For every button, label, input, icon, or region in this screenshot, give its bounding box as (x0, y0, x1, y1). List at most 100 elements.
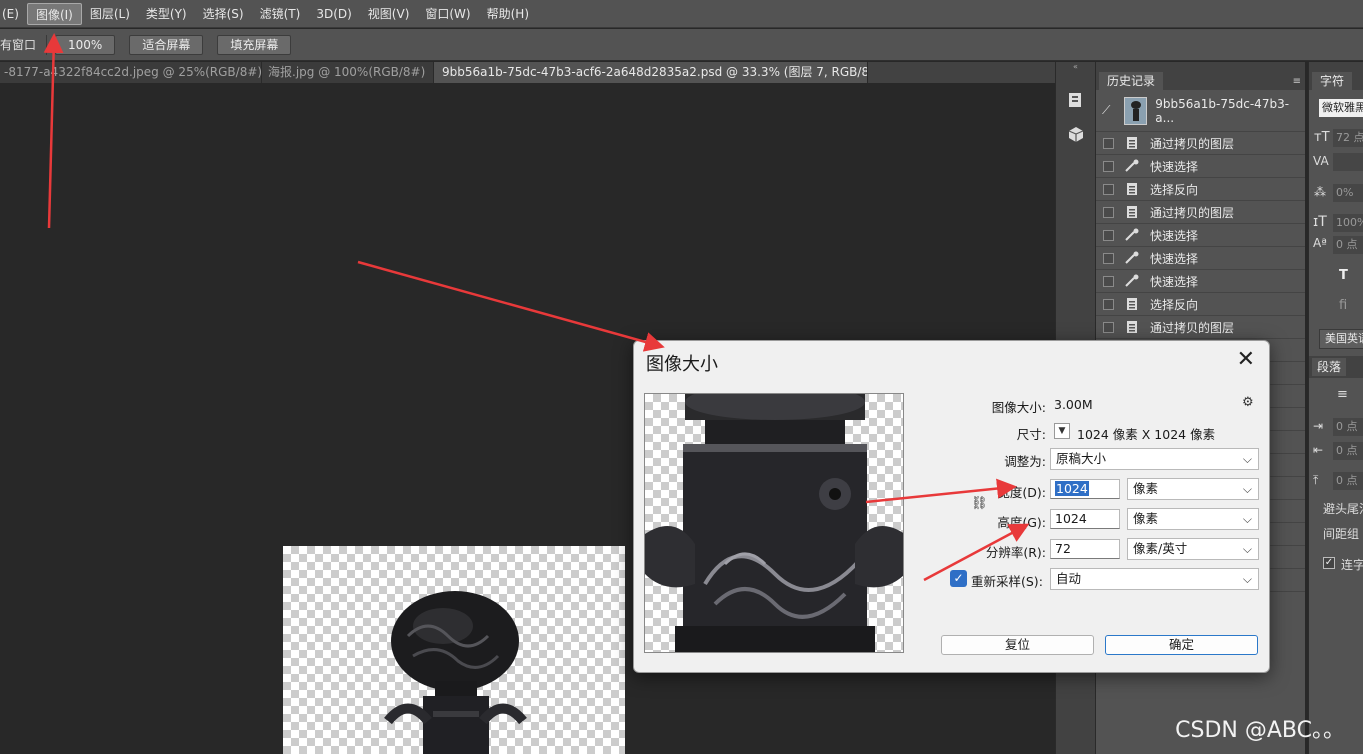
font-size-field[interactable]: 72 点 (1333, 129, 1363, 147)
mojikumi-label: 间距组 (1323, 527, 1360, 541)
resample-label: 重新采样(S): (971, 574, 1043, 589)
history-snapshot[interactable]: ⟋ 9bb56a1b-75dc-47b3-a... (1096, 90, 1305, 132)
snapshot-source-checkbox[interactable] (1103, 137, 1114, 149)
document-tab-psd[interactable]: 9bb56a1b-75dc-47b3-acf6-2a648d2835a2.psd… (434, 62, 868, 83)
history-item[interactable]: 快速选择 (1096, 247, 1305, 270)
document-tab-poster[interactable]: 海报.jpg @ 100%(RGB/8#) × (262, 62, 434, 83)
snapshot-source-checkbox[interactable] (1103, 206, 1114, 218)
resolution-unit-select[interactable]: 像素/英寸 ⌵ (1127, 538, 1259, 560)
brush-source-icon[interactable]: ⟋ (1102, 103, 1118, 118)
history-panel-header: 历史记录 ≡ (1096, 62, 1305, 90)
faux-bold-icon[interactable]: T (1339, 268, 1348, 283)
snapshot-source-checkbox[interactable] (1103, 160, 1114, 172)
indent-first-field[interactable]: 0 点 (1333, 442, 1363, 460)
space-before-icon: ⤒ (1313, 473, 1319, 487)
resample-select[interactable]: 自动 ⌵ (1050, 568, 1259, 590)
snapshot-source-checkbox[interactable] (1103, 252, 1114, 264)
tab-character[interactable]: 字符 (1312, 72, 1353, 90)
kerning-icon: VA (1313, 154, 1329, 168)
history-panel-icon[interactable] (1062, 86, 1090, 114)
document-tab-jpeg[interactable]: -8177-a4322f84cc2d.jpeg @ 25%(RGB/8#) × (0, 62, 262, 83)
close-icon[interactable]: ✕ (1237, 347, 1255, 372)
width-input[interactable]: 1024 (1050, 479, 1120, 499)
height-input[interactable]: 1024 (1050, 509, 1120, 529)
snapshot-source-checkbox[interactable] (1103, 275, 1114, 287)
history-item-label: 快速选择 (1150, 159, 1199, 174)
indent-left-field[interactable]: 0 点 (1333, 418, 1363, 436)
all-windows-label[interactable]: 有窗口 (0, 36, 42, 53)
tab-title: 9bb56a1b-75dc-47b3-acf6-2a648d2835a2.psd… (442, 65, 868, 79)
space-before-field[interactable]: 0 点 (1333, 472, 1363, 490)
menu-type[interactable]: 类型(Y) (138, 3, 195, 25)
history-item[interactable]: 通过拷贝的图层 (1096, 201, 1305, 224)
document-image[interactable] (283, 546, 625, 754)
indent-first-icon: ⇤ (1313, 443, 1324, 457)
snapshot-thumbnail (1123, 96, 1148, 125)
dimensions-label: 尺寸: (1016, 427, 1046, 442)
language-select[interactable]: 美国英语 (1319, 329, 1363, 349)
height-label: 高度(G): (997, 515, 1046, 530)
reset-button[interactable]: 复位 (941, 635, 1094, 655)
watermark: CSDN @ABC。。 (1175, 718, 1345, 743)
dimensions-unit-dropdown[interactable]: ▼ (1054, 423, 1070, 439)
tracking-field[interactable]: 0% (1333, 184, 1363, 202)
history-item[interactable]: 快速选择 (1096, 155, 1305, 178)
history-item-label: 通过拷贝的图层 (1150, 136, 1235, 151)
kinsoku-label: 避头尾法 (1323, 502, 1363, 516)
history-item[interactable]: 通过拷贝的图层 (1096, 316, 1305, 339)
history-item-label: 选择反向 (1150, 182, 1199, 197)
brush-icon (1124, 159, 1140, 173)
ligature-icon[interactable]: fi (1339, 298, 1347, 313)
menu-layer[interactable]: 图层(L) (82, 3, 138, 25)
chevron-down-icon: ⌵ (1242, 512, 1252, 526)
tab-title: 海报.jpg @ 100%(RGB/8#) (268, 65, 426, 79)
height-unit-select[interactable]: 像素 ⌵ (1127, 508, 1259, 530)
zoom-100-button[interactable]: 100% (55, 34, 116, 55)
image-preview[interactable] (644, 393, 904, 653)
ok-button[interactable]: 确定 (1105, 635, 1258, 655)
brush-icon (1124, 251, 1140, 265)
menu-3d[interactable]: 3D(D) (308, 3, 359, 25)
history-item[interactable]: 通过拷贝的图层 (1096, 132, 1305, 155)
fit-to-label: 调整为: (1004, 454, 1046, 469)
fill-screen-button[interactable]: 填充屏幕 (217, 34, 292, 55)
resample-checkbox[interactable]: ✓ (950, 570, 967, 587)
menu-filter[interactable]: 滤镜(T) (252, 3, 309, 25)
baseline-icon: Aª (1313, 236, 1327, 250)
menu-select[interactable]: 选择(S) (195, 3, 252, 25)
document-icon (1124, 182, 1140, 196)
paragraph-panel-header: 段落 (1309, 356, 1363, 378)
menu-window[interactable]: 窗口(W) (417, 3, 478, 25)
history-item[interactable]: 选择反向 (1096, 293, 1305, 316)
snapshot-source-checkbox[interactable] (1103, 183, 1114, 195)
baseline-field[interactable]: 0 点 (1333, 236, 1363, 254)
snapshot-source-checkbox[interactable] (1103, 229, 1114, 241)
menu-help[interactable]: 帮助(H) (479, 3, 537, 25)
history-item[interactable]: 快速选择 (1096, 270, 1305, 293)
align-left-icon[interactable]: ≡ (1337, 387, 1348, 402)
fit-screen-button[interactable]: 适合屏幕 (129, 34, 204, 55)
collapse-icon[interactable]: « (1056, 62, 1095, 72)
tab-paragraph[interactable]: 段落 (1312, 358, 1347, 376)
fit-to-select[interactable]: 原稿大小 ⌵ (1050, 448, 1259, 470)
hyphenate-checkbox[interactable]: ✓ (1323, 557, 1335, 569)
history-item[interactable]: 快速选择 (1096, 224, 1305, 247)
tab-history[interactable]: 历史记录 (1099, 72, 1164, 90)
options-bar: 有窗口 100% 适合屏幕 填充屏幕 (0, 29, 1363, 61)
3d-cube-icon[interactable] (1062, 120, 1090, 148)
font-family-field[interactable]: 微软雅黑 (1319, 99, 1363, 117)
menu-image[interactable]: 图像(I) (26, 2, 82, 25)
snapshot-source-checkbox[interactable] (1103, 321, 1114, 333)
resolution-value: 72 (1055, 541, 1071, 556)
document-icon (1124, 205, 1140, 219)
resolution-input[interactable]: 72 (1050, 539, 1120, 559)
kerning-field[interactable] (1333, 153, 1363, 171)
gear-icon[interactable]: ⚙ (1242, 395, 1254, 410)
scale-field[interactable]: 100% (1333, 214, 1363, 232)
panel-menu-icon[interactable]: ≡ (1293, 76, 1301, 87)
menu-edit[interactable]: (E) (0, 3, 27, 25)
menu-view[interactable]: 视图(V) (360, 3, 418, 25)
width-unit-select[interactable]: 像素 ⌵ (1127, 478, 1259, 500)
history-item[interactable]: 选择反向 (1096, 178, 1305, 201)
snapshot-source-checkbox[interactable] (1103, 298, 1114, 310)
